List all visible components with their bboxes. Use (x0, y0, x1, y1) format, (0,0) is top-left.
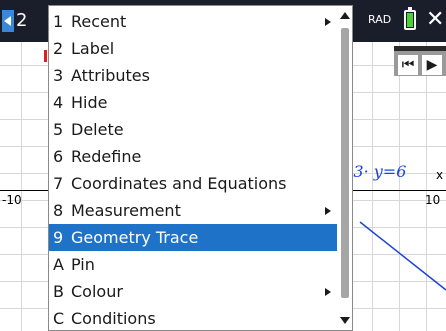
menu-item-geometry-trace[interactable]: 9 Geometry Trace (49, 224, 337, 251)
menu-item-delete[interactable]: 5 Delete (49, 116, 337, 143)
menu-item-label: Redefine (71, 147, 142, 166)
submenu-arrow-icon (325, 288, 331, 296)
scroll-down-arrow-icon[interactable] (340, 317, 350, 324)
menu-item-key: A (53, 255, 64, 274)
menu-item-label[interactable]: 2 Label (49, 35, 337, 62)
menu-item-label: Recent (71, 12, 127, 31)
scroll-thumb[interactable] (341, 28, 349, 298)
menu-item-redefine[interactable]: 6 Redefine (49, 143, 337, 170)
menu-item-key: B (53, 282, 64, 301)
play-icon[interactable]: ▶ (422, 55, 442, 75)
menu-item-key: 2 (53, 39, 64, 58)
menu-item-label: Hide (71, 93, 108, 112)
menu-item-conditions[interactable]: C Conditions (49, 305, 337, 330)
menu-item-pin[interactable]: A Pin (49, 251, 337, 278)
menu-item-key: 9 (53, 228, 64, 247)
menu-item-key: 7 (53, 174, 64, 193)
menu-item-colour[interactable]: B Colour (49, 278, 337, 305)
menu-item-key: 6 (53, 147, 64, 166)
menu-item-label: Measurement (71, 201, 181, 220)
menu-item-attributes[interactable]: 3 Attributes (49, 62, 337, 89)
menu-item-label: Conditions (71, 309, 156, 328)
skip-back-icon[interactable]: ⏮ (398, 55, 418, 75)
menu-item-measurement[interactable]: 8 Measurement (49, 197, 337, 224)
trace-playbar: ⏮ ▶ (394, 46, 446, 76)
menu-item-key: 5 (53, 120, 64, 139)
menu-item-key: 3 (53, 66, 64, 85)
menu-item-recent[interactable]: 1 Recent (49, 8, 337, 35)
point-marker[interactable] (44, 50, 47, 62)
menu-item-label: Colour (71, 282, 123, 301)
menu-item-key: 1 (53, 12, 64, 31)
scroll-up-arrow-icon[interactable] (340, 12, 350, 19)
submenu-arrow-icon (325, 18, 331, 26)
submenu-arrow-icon (325, 207, 331, 215)
context-menu: 1 Recent 2 Label 3 Attributes 4 Hide 5 Delete 6 Red… (48, 5, 353, 331)
menu-item-hide[interactable]: 4 Hide (49, 89, 337, 116)
menu-item-key: 8 (53, 201, 64, 220)
menu-item-label: Label (71, 39, 115, 58)
menu-item-label: Coordinates and Equations (71, 174, 287, 193)
menu-item-label: Pin (71, 255, 95, 274)
menu-item-key: C (53, 309, 65, 328)
menu-item-coordinates-and-equations[interactable]: 7 Coordinates and Equations (49, 170, 337, 197)
menu-item-label: Delete (71, 120, 124, 139)
menu-item-key: 4 (53, 93, 64, 112)
menu-item-label: Geometry Trace (71, 228, 199, 247)
menu-scrollbar[interactable] (337, 6, 352, 330)
menu-item-label: Attributes (71, 66, 150, 85)
